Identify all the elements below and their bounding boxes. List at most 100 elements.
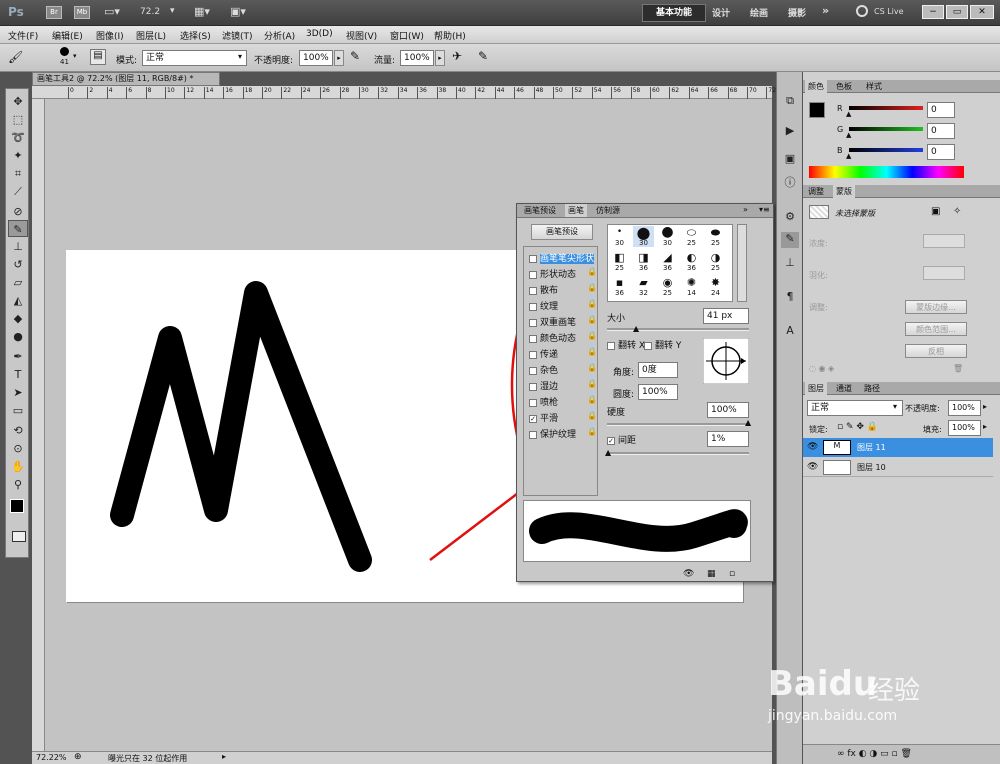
- option-checkbox[interactable]: [529, 318, 537, 327]
- menu-3d[interactable]: 3D(D): [306, 29, 333, 39]
- option-label[interactable]: 颜色动态: [540, 334, 576, 344]
- menu-window[interactable]: 窗口(W): [390, 29, 424, 42]
- screen-mode-icon[interactable]: ▣▾: [230, 5, 246, 18]
- lock-icon[interactable]: 🔒: [587, 427, 597, 436]
- channel-slider[interactable]: [849, 127, 923, 131]
- brush-option-5[interactable]: 颜色动态: [529, 331, 576, 344]
- option-label[interactable]: 形状动态: [540, 270, 576, 280]
- menu-help[interactable]: 帮助(H): [434, 29, 466, 42]
- zoom-dropdown-icon[interactable]: ▾: [170, 6, 175, 16]
- clone-stamp-icon[interactable]: ⊥: [8, 238, 28, 255]
- history-brush-icon[interactable]: ↺: [8, 256, 28, 273]
- tab-color[interactable]: 颜色: [805, 80, 827, 93]
- brush-option-4[interactable]: 双重画笔: [529, 315, 576, 328]
- shape-tool-icon[interactable]: ▭: [8, 402, 28, 419]
- layer-visibility-icon[interactable]: 👁: [807, 462, 818, 472]
- lock-icon[interactable]: 🔒: [587, 331, 597, 340]
- vector-mask-icon[interactable]: ✧: [953, 206, 961, 217]
- size-slider-thumb[interactable]: ▲: [633, 324, 639, 333]
- layer-name[interactable]: 图层 10: [857, 462, 886, 473]
- mask-edge-button[interactable]: 蒙版边缘...: [905, 300, 967, 314]
- tab-brush[interactable]: 画笔: [565, 204, 587, 217]
- panel-menu-icon[interactable]: ▾≡: [759, 205, 770, 214]
- status-menu-icon[interactable]: ▸: [222, 752, 226, 761]
- paragraph-panel-icon[interactable]: ¶: [781, 290, 799, 306]
- zoom-tool-icon[interactable]: ⚲: [8, 476, 28, 493]
- brush-tip-cell[interactable]: ▪ 36: [609, 276, 630, 297]
- cs-live-label[interactable]: CS Live: [874, 7, 904, 16]
- tablet-size-icon[interactable]: ✎: [478, 49, 488, 63]
- hardness-slider-thumb[interactable]: ▲: [745, 418, 751, 427]
- tab-layers[interactable]: 图层: [805, 382, 827, 395]
- tab-masks[interactable]: 蒙版: [833, 185, 855, 198]
- panel-collapse-icon[interactable]: »: [743, 205, 748, 214]
- brush-option-1[interactable]: 形状动态: [529, 267, 576, 280]
- actions-panel-icon[interactable]: ▶: [781, 124, 799, 140]
- channel-value-field[interactable]: 0: [927, 144, 955, 160]
- option-checkbox[interactable]: [529, 430, 537, 439]
- lock-icon[interactable]: 🔒: [587, 395, 597, 404]
- bridge-button[interactable]: Br: [46, 6, 62, 19]
- brush-grid-scrollbar[interactable]: [737, 224, 747, 302]
- brush-option-3[interactable]: 纹理: [529, 299, 558, 312]
- workspace-painting[interactable]: 绘画: [750, 6, 768, 19]
- tab-adjustments[interactable]: 调整: [805, 185, 827, 198]
- angle-field[interactable]: 0度: [638, 362, 678, 378]
- tab-paths[interactable]: 路径: [861, 382, 883, 395]
- lock-icon[interactable]: 🔒: [587, 267, 597, 276]
- invert-button[interactable]: 反相: [905, 344, 967, 358]
- arrange-documents-icon[interactable]: ▦▾: [194, 5, 210, 18]
- channel-slider[interactable]: [849, 106, 923, 110]
- layer-row-10[interactable]: 👁 图层 10: [803, 458, 993, 477]
- status-info-icon[interactable]: ⊕: [74, 752, 82, 762]
- flip-y-checkbox[interactable]: 翻转 Y: [644, 338, 681, 351]
- hardness-field[interactable]: 100%: [707, 402, 749, 418]
- brush-option-11[interactable]: 保护纹理: [529, 427, 576, 440]
- density-field[interactable]: [923, 234, 965, 248]
- opacity-field[interactable]: 100%: [299, 50, 333, 66]
- 3d-rotate-icon[interactable]: ⟲: [8, 422, 28, 439]
- healing-brush-icon[interactable]: ⊘: [8, 203, 28, 220]
- quick-select-tool-icon[interactable]: ✦: [8, 147, 28, 164]
- brush-option-6[interactable]: 传递: [529, 347, 558, 360]
- option-label[interactable]: 保护纹理: [540, 430, 576, 440]
- mask-footer-icons[interactable]: ◌ ◉ ◈: [809, 364, 834, 373]
- airbrush-icon[interactable]: ✈: [452, 49, 462, 63]
- paint-bucket-icon[interactable]: ◭: [8, 292, 28, 309]
- workspace-essentials[interactable]: 基本功能: [642, 4, 706, 22]
- option-label[interactable]: 纹理: [540, 302, 558, 312]
- zoom-level[interactable]: 72.2: [140, 7, 160, 17]
- brush-picker-dropdown-icon[interactable]: ▾: [73, 52, 77, 60]
- eraser-tool-icon[interactable]: ▱: [8, 274, 28, 291]
- lock-icons[interactable]: ▫ ✎ ✥ 🔒: [837, 422, 878, 432]
- marquee-tool-icon[interactable]: ⬚: [8, 111, 28, 128]
- option-checkbox[interactable]: [529, 254, 537, 263]
- brush-tip-cell[interactable]: ◐ 36: [681, 251, 702, 272]
- type-tool-icon[interactable]: T: [8, 366, 28, 383]
- option-checkbox[interactable]: [529, 382, 537, 391]
- tab-brush-presets[interactable]: 画笔预设: [521, 204, 559, 217]
- pixel-mask-icon[interactable]: ▣: [931, 206, 940, 217]
- navigator-panel-icon[interactable]: ▣: [781, 152, 799, 168]
- menu-edit[interactable]: 编辑(E): [52, 29, 83, 42]
- option-label[interactable]: 画笔笔尖形状: [540, 254, 595, 264]
- brush-tip-cell[interactable]: ✺ 14: [681, 276, 702, 297]
- opacity-slider-icon[interactable]: ▸: [334, 50, 344, 66]
- lock-icon[interactable]: 🔒: [587, 379, 597, 388]
- cs-live-icon[interactable]: [856, 5, 868, 17]
- brush-panel-icon[interactable]: ⚙: [781, 210, 799, 226]
- layers-footer[interactable]: ∞ fx ◐ ◑ ▭ ▫ 🗑: [803, 744, 1000, 764]
- brush-tip-cell[interactable]: ● 30: [657, 225, 678, 247]
- brush-option-9[interactable]: 喷枪: [529, 395, 558, 408]
- mode-select[interactable]: 正常: [142, 50, 247, 66]
- view-extras-icon[interactable]: ▭▾: [104, 5, 120, 18]
- brush-tip-cell[interactable]: • 30: [609, 226, 630, 247]
- tablet-opacity-icon[interactable]: ✎: [350, 49, 360, 63]
- tab-styles[interactable]: 样式: [863, 80, 885, 93]
- layer-row-11[interactable]: 👁 M 图层 11: [803, 438, 993, 457]
- brush-option-8[interactable]: 湿边: [529, 379, 558, 392]
- brush-tool-icon[interactable]: 🖌: [8, 50, 23, 64]
- color-spectrum[interactable]: [809, 166, 964, 178]
- brush-option-0[interactable]: 画笔笔尖形状: [529, 251, 595, 264]
- clone-source-panel-icon[interactable]: ⊥: [781, 256, 799, 272]
